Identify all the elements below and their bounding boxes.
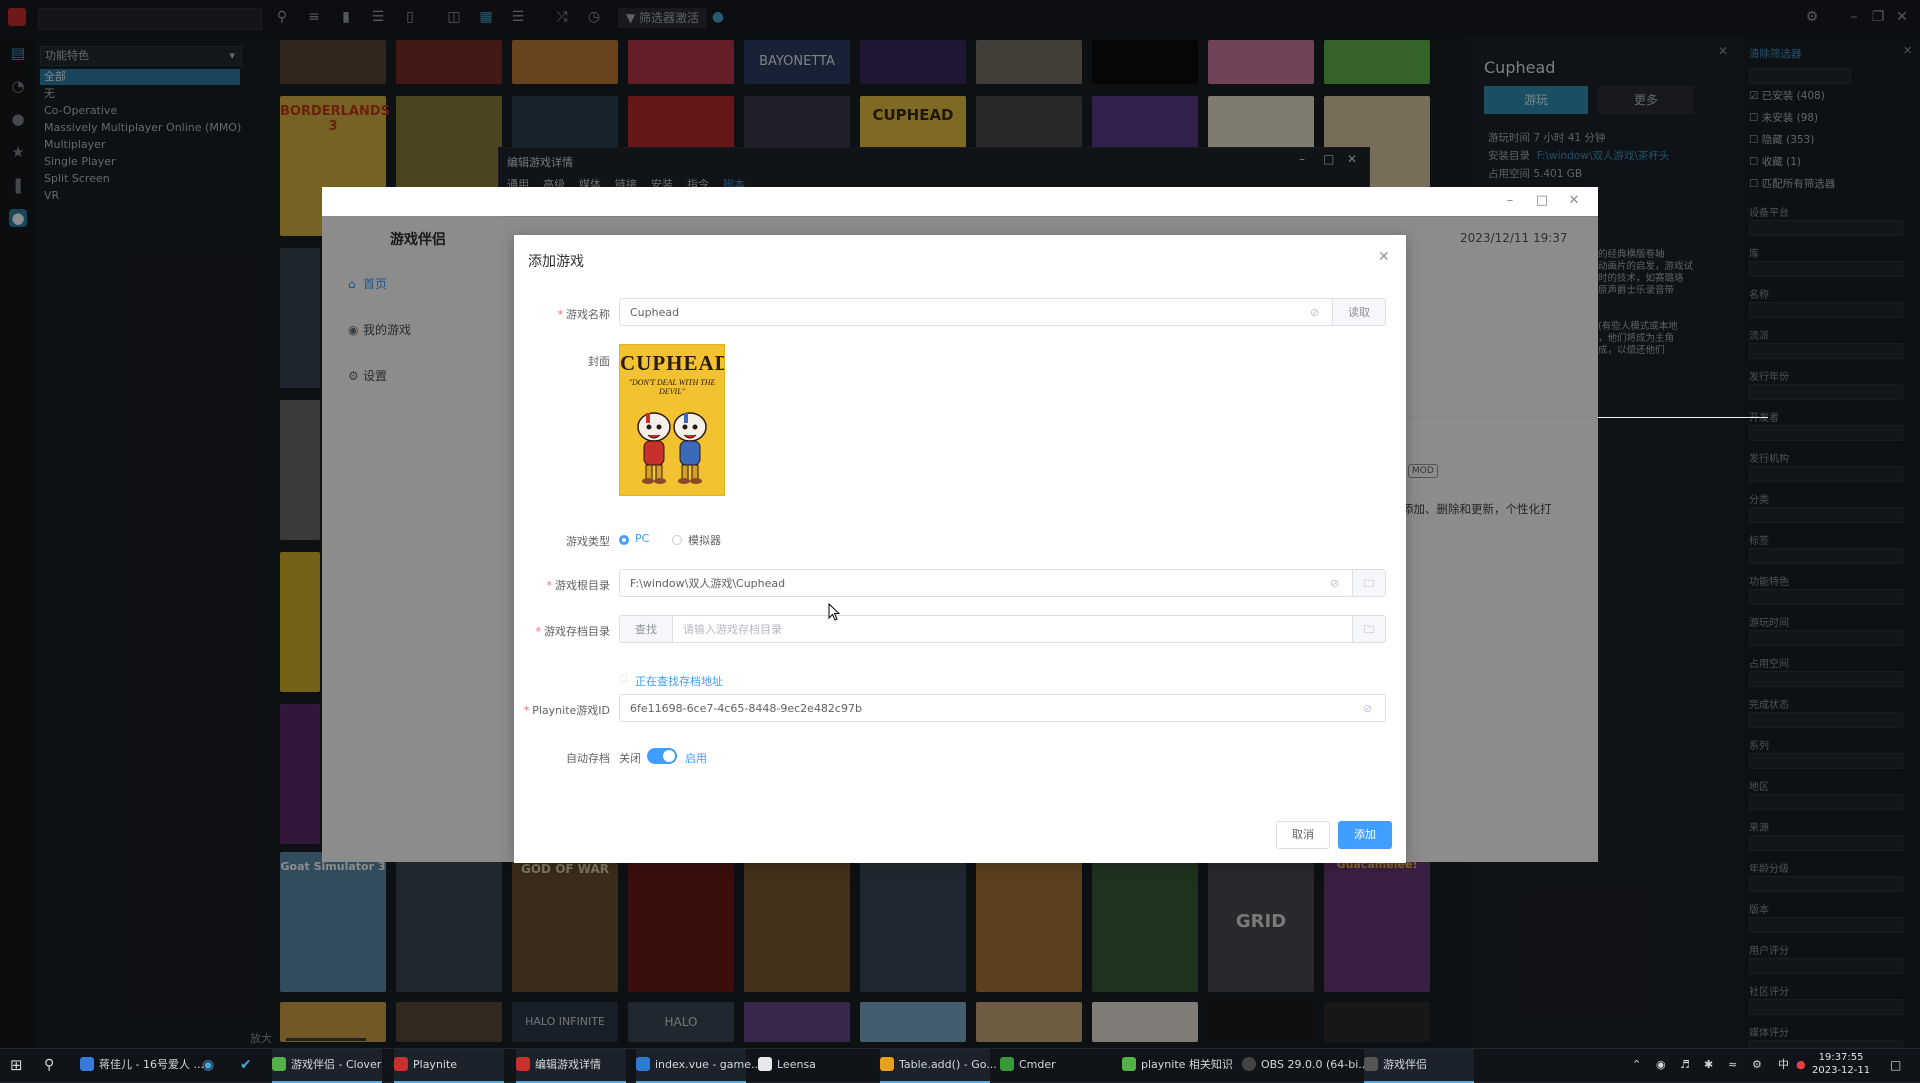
app-icon <box>1122 1057 1136 1071</box>
maximize-icon[interactable]: □ <box>1534 193 1550 209</box>
notification-center-icon[interactable]: □ <box>1890 1049 1901 1081</box>
close-icon[interactable]: ✕ <box>1378 249 1390 265</box>
taskbar-item[interactable]: Playnite <box>394 1049 504 1083</box>
game-name-input[interactable]: Cuphead ⊘ <box>619 298 1333 326</box>
vscode-icon <box>636 1057 650 1071</box>
app-icon <box>516 1057 530 1071</box>
tray-app-icon[interactable]: ● <box>1796 1049 1806 1081</box>
browser-icon[interactable]: ◉ <box>202 1049 214 1081</box>
autosave-off-label[interactable]: 关闭 <box>619 750 641 766</box>
window-titlebar: – □ ✕ <box>322 187 1598 217</box>
taskbar-item[interactable]: 蒋佳儿 - 16号爱人 ... <box>80 1049 204 1081</box>
taskbar-item[interactable]: 游戏伴侣 - Clover <box>272 1049 382 1083</box>
taskbar-item[interactable]: Table.add() - Go... <box>880 1049 997 1083</box>
taskbar-item[interactable]: OBS 29.0.0 (64-bi... <box>1242 1049 1369 1081</box>
dialog-title: 添加游戏 <box>528 254 584 270</box>
app-icon <box>272 1057 286 1071</box>
cover-title: CUPHEAD <box>620 351 725 375</box>
game-type-label: 游戏类型 <box>566 535 610 548</box>
switch-knob <box>663 750 675 762</box>
cuphead-mugman-illustration <box>637 412 707 484</box>
cancel-button[interactable]: 取消 <box>1276 821 1330 849</box>
windows-taskbar: ⊞ ⚲ 蒋佳儿 - 16号爱人 ... ◉ ✔ 游戏伴侣 - Clover Pl… <box>0 1048 1920 1083</box>
fetch-button[interactable]: 读取 <box>1332 298 1386 326</box>
cover-label: 封面 <box>588 355 610 368</box>
close-icon[interactable]: ✕ <box>1566 193 1582 209</box>
folder-icon: 🗀 <box>1363 623 1375 636</box>
playnite-id-input[interactable]: 6fe11698-6ce7-4c65-8448-9ec2e482c97b ⊘ <box>619 694 1386 722</box>
add-button[interactable]: 添加 <box>1338 821 1392 849</box>
autosave-switch[interactable] <box>647 748 677 764</box>
app-icon <box>1364 1057 1378 1071</box>
chrome-icon <box>880 1057 894 1071</box>
taskbar-item[interactable]: 编辑游戏详情 <box>516 1049 626 1083</box>
game-dir-label: * 游戏根目录 <box>546 579 611 592</box>
clear-icon[interactable]: ⊘ <box>1363 695 1372 723</box>
browse-folder-button[interactable]: 🗀 <box>1352 569 1386 597</box>
cmder-icon <box>1000 1057 1014 1071</box>
radio-pc-label[interactable]: PC <box>635 532 649 545</box>
obs-icon <box>1242 1057 1256 1071</box>
clear-icon[interactable]: ⊘ <box>1310 299 1319 327</box>
taskbar-item[interactable]: playnite 相关知识 <box>1122 1049 1233 1081</box>
autosave-on-label[interactable]: 启用 <box>685 750 707 766</box>
tray-wifi-icon[interactable]: ≈ <box>1728 1049 1737 1081</box>
tray-network-icon[interactable]: ◉ <box>1656 1049 1666 1081</box>
mail-icon[interactable]: ✔ <box>240 1049 252 1081</box>
tray-chevron-icon[interactable]: ⌃ <box>1632 1049 1641 1081</box>
windows-start-icon[interactable]: ⊞ <box>10 1049 23 1081</box>
system-clock[interactable]: 19:37:55 2023-12-11 <box>1812 1051 1870 1077</box>
save-dir-label: * 游戏存档目录 <box>535 625 611 638</box>
searching-save-status: 正在查找存档地址 <box>635 675 723 688</box>
mouse-cursor-icon <box>828 603 840 621</box>
search-icon[interactable]: ⚲ <box>44 1049 54 1081</box>
clear-icon[interactable]: ⊘ <box>1330 570 1339 598</box>
tray-volume-icon[interactable]: ♬ <box>1680 1049 1690 1081</box>
taskbar-item[interactable]: 游戏伴侣 <box>1364 1049 1474 1083</box>
taskbar-item[interactable]: Cmder <box>1000 1049 1110 1081</box>
minimize-icon[interactable]: – <box>1502 193 1518 209</box>
radio-pc[interactable] <box>619 535 629 545</box>
autosave-label: 自动存档 <box>566 752 610 765</box>
playnite-id-label: * Playnite游戏ID <box>523 704 610 717</box>
app-icon <box>394 1057 408 1071</box>
tray-bluetooth-icon[interactable]: ✱ <box>1704 1049 1713 1081</box>
app-icon <box>80 1057 94 1071</box>
browse-folder-button[interactable]: 🗀 <box>1352 615 1386 643</box>
radio-emulator[interactable] <box>672 535 682 545</box>
tray-settings-icon[interactable]: ⚙ <box>1752 1049 1762 1081</box>
add-game-dialog: 添加游戏 ✕ * 游戏名称 Cuphead ⊘ 读取 封面 CUPHEAD "DON… <box>514 235 1406 863</box>
taskbar-item[interactable]: Leensa <box>758 1049 868 1081</box>
loading-icon: ◌ <box>619 673 628 684</box>
find-save-button[interactable]: 查找 <box>619 615 673 643</box>
save-dir-input[interactable]: 请输入游戏存档目录 <box>672 615 1353 643</box>
app-icon <box>758 1057 772 1071</box>
game-dir-input[interactable]: F:\window\双人游戏\Cuphead ⊘ <box>619 569 1353 597</box>
game-name-label: * 游戏名称 <box>557 308 611 321</box>
folder-icon: 🗀 <box>1363 577 1375 590</box>
cover-image[interactable]: CUPHEAD "DON'T DEAL WITH THE DEVIL" <box>619 344 725 496</box>
taskbar-item[interactable]: index.vue - game... <box>636 1049 762 1083</box>
ime-indicator[interactable]: 中 <box>1778 1049 1789 1081</box>
radio-emulator-label[interactable]: 模拟器 <box>688 532 721 548</box>
